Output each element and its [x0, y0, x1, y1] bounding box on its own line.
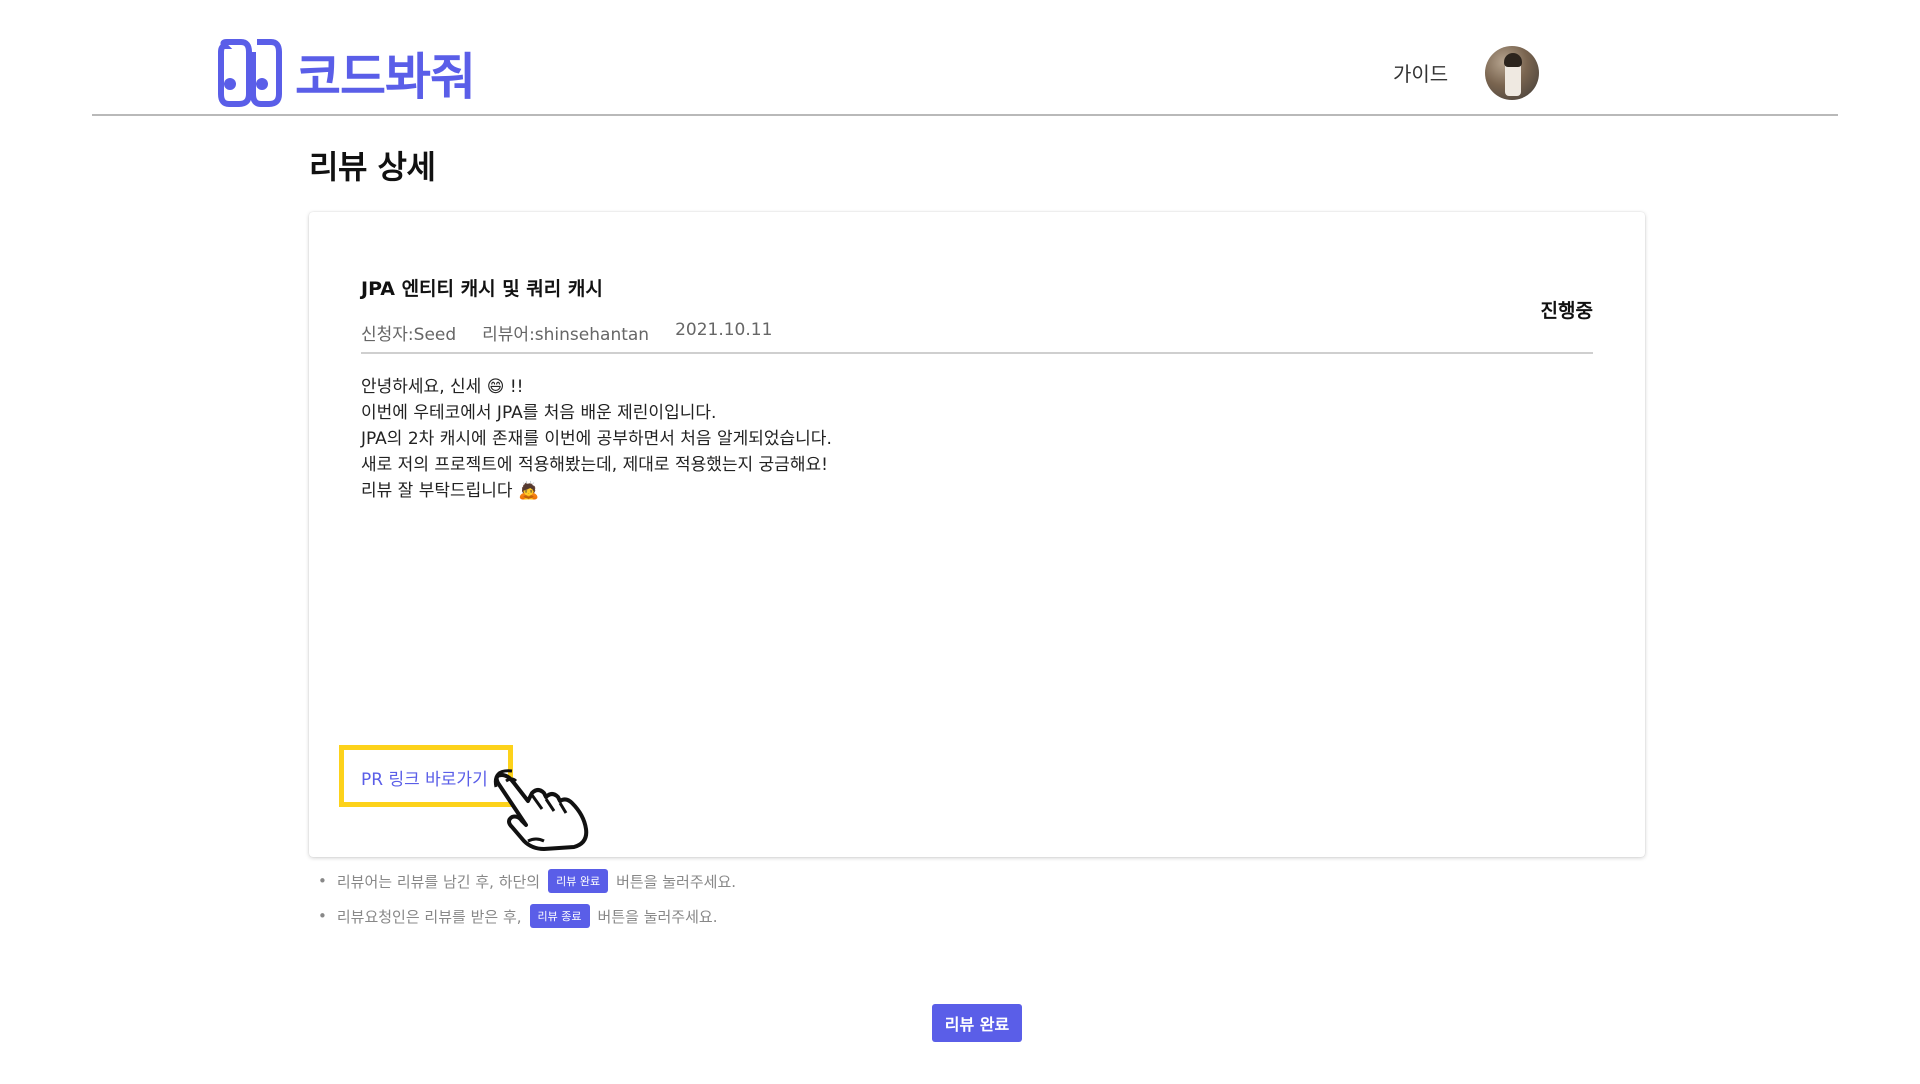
requester: 신청자:Seed: [361, 325, 457, 345]
review-meta: 신청자:Seed 리뷰어:shinsehantan 2021.10.11: [361, 320, 772, 345]
pr-link[interactable]: PR 링크 바로가기: [361, 765, 488, 790]
nav-guide-link[interactable]: 가이드: [1393, 58, 1448, 87]
review-card: JPA 엔티티 캐시 및 쿼리 캐시 신청자:Seed 리뷰어:shinseha…: [309, 212, 1645, 857]
note-chip: 리뷰 완료: [548, 869, 609, 893]
review-content: 안녕하세요, 신세 😄 !! 이번에 우테코에서 JPA를 처음 배운 제린이입…: [361, 374, 832, 504]
note-text-before: 리뷰어는 리뷰를 남긴 후, 하단의: [336, 872, 541, 891]
pointing-hand-icon: [493, 769, 589, 851]
content-line: 안녕하세요, 신세 😄 !!: [361, 377, 524, 397]
review-title: JPA 엔티티 캐시 및 쿼리 캐시: [361, 278, 603, 300]
note-text-after: 버튼을 눌러주세요.: [597, 907, 718, 926]
note-item: • 리뷰어는 리뷰를 남긴 후, 하단의 리뷰 완료 버튼을 눌러주세요.: [318, 868, 736, 894]
reviewer: 리뷰어:shinsehantan: [482, 325, 650, 345]
content-line: JPA의 2차 캐시에 존재를 이번에 공부하면서 처음 알게되었습니다.: [361, 429, 832, 449]
note-text-after: 버튼을 눌러주세요.: [616, 872, 737, 891]
avatar-hair: [1504, 53, 1522, 67]
note-text-before: 리뷰요청인은 리뷰를 받은 후,: [336, 907, 522, 926]
page-title: 리뷰 상세: [309, 148, 436, 186]
logo[interactable]: 코드봐줘: [217, 38, 476, 108]
logo-eyes-icon: [218, 39, 282, 107]
review-complete-button[interactable]: 리뷰 완료: [932, 1004, 1022, 1042]
review-notes: • 리뷰어는 리뷰를 남긴 후, 하단의 리뷰 완료 버튼을 눌러주세요. • …: [318, 868, 736, 938]
note-bullet: •: [318, 907, 327, 925]
divider: [361, 352, 1593, 354]
note-item: • 리뷰요청인은 리뷰를 받은 후, 리뷰 종료 버튼을 눌러주세요.: [318, 903, 736, 929]
status-badge: 진행중: [1540, 300, 1593, 322]
content-line: 새로 저의 프로젝트에 적용해봤는데, 제대로 적용했는지 궁금해요!: [361, 455, 828, 475]
logo-text: 코드봐줘: [295, 48, 476, 106]
user-avatar[interactable]: [1485, 46, 1539, 100]
content-line: 리뷰 잘 부탁드립니다 🙇: [361, 481, 540, 501]
content-line: 이번에 우테코에서 JPA를 처음 배운 제린이입니다.: [361, 403, 717, 423]
note-chip: 리뷰 종료: [529, 904, 590, 928]
note-bullet: •: [318, 872, 327, 890]
review-date: 2021.10.11: [675, 320, 773, 340]
